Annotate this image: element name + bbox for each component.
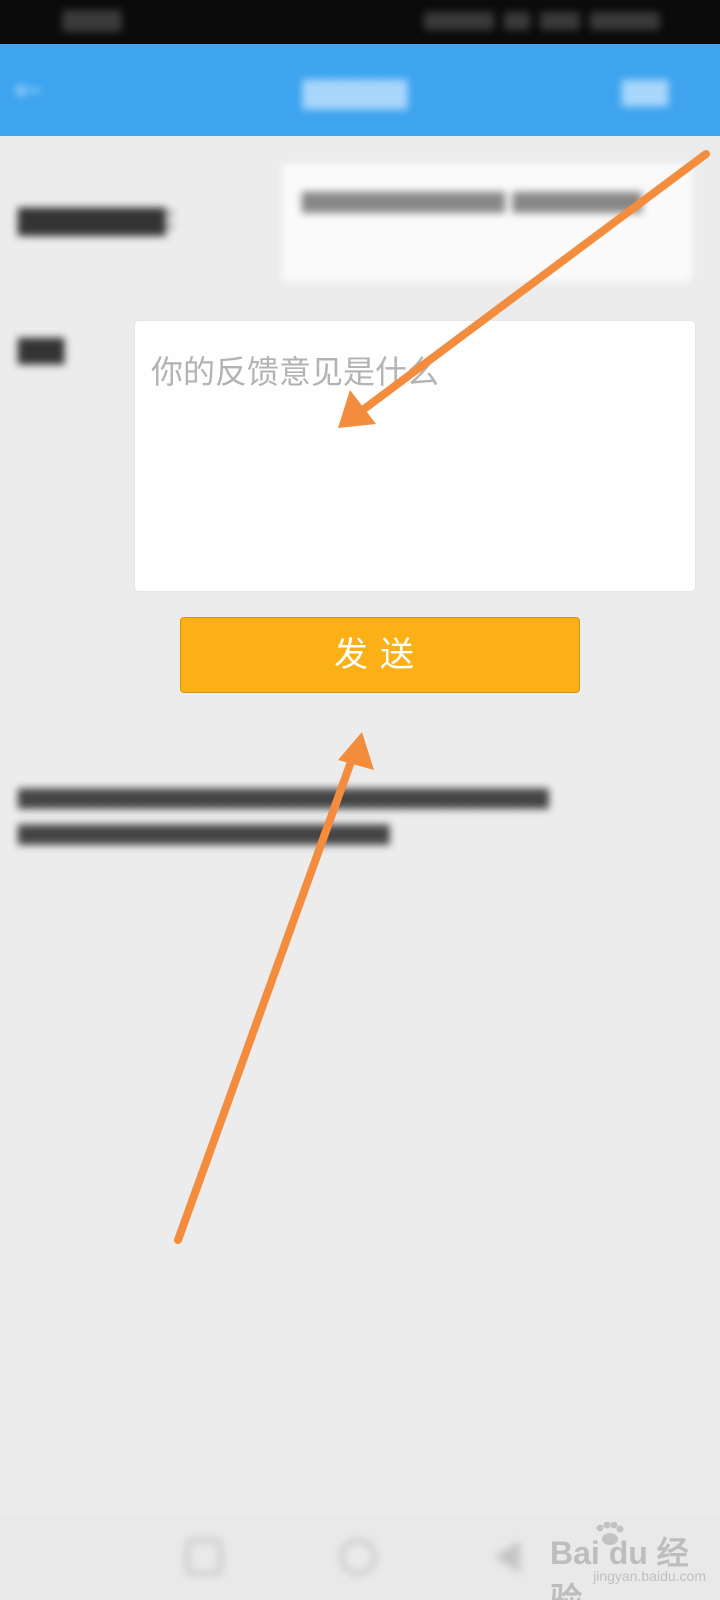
battery-icon (590, 12, 660, 30)
nav-back-icon[interactable] (186, 1539, 222, 1575)
back-arrow-icon[interactable]: ← (14, 72, 54, 108)
header: ← ▆▆▆▆ ▆▆ (0, 44, 720, 136)
status-time (62, 10, 122, 32)
watermark-brand: Bai du 经验 (550, 1535, 689, 1600)
signal-icon (424, 12, 494, 30)
baidu-jingyan-watermark: Bai du 经验 jingyan.baidu.com (550, 1522, 710, 1600)
status-icons (400, 10, 660, 32)
status-bar (0, 0, 720, 44)
page-title: ▆▆▆▆ (302, 70, 408, 110)
network-icon (540, 12, 580, 30)
nav-home-icon[interactable] (340, 1539, 376, 1575)
content-label: ▆▆ (18, 330, 65, 365)
watermark-url: jingyan.baidu.com (593, 1568, 706, 1584)
qq-hint: ▆▆▆▆▆▆▆▆▆▆▆ ▆▆▆▆▆▆▆ (302, 185, 642, 213)
info-text: ▆▆▆▆▆▆▆▆▆▆▆▆▆▆▆▆▆▆▆▆▆▆▆▆▆▆▆▆▆▆ ▆▆▆▆▆▆▆▆▆▆… (18, 783, 549, 845)
nav-recent-icon[interactable] (494, 1541, 520, 1573)
qq-label: ▆▆▆▆▆▆: (18, 198, 177, 236)
feedback-page: ← ▆▆▆▆ ▆▆ ▆▆▆▆▆▆: ▆▆▆▆▆▆▆▆▆▆▆ ▆▆▆▆▆▆▆ ▆▆… (0, 0, 720, 1600)
feedback-textarea[interactable] (134, 320, 696, 592)
wifi-icon (504, 12, 530, 30)
qq-input[interactable]: ▆▆▆▆▆▆▆▆▆▆▆ ▆▆▆▆▆▆▆ (282, 164, 692, 282)
send-button[interactable]: 发送 (180, 617, 580, 693)
header-right-action[interactable]: ▆▆ (610, 72, 680, 108)
